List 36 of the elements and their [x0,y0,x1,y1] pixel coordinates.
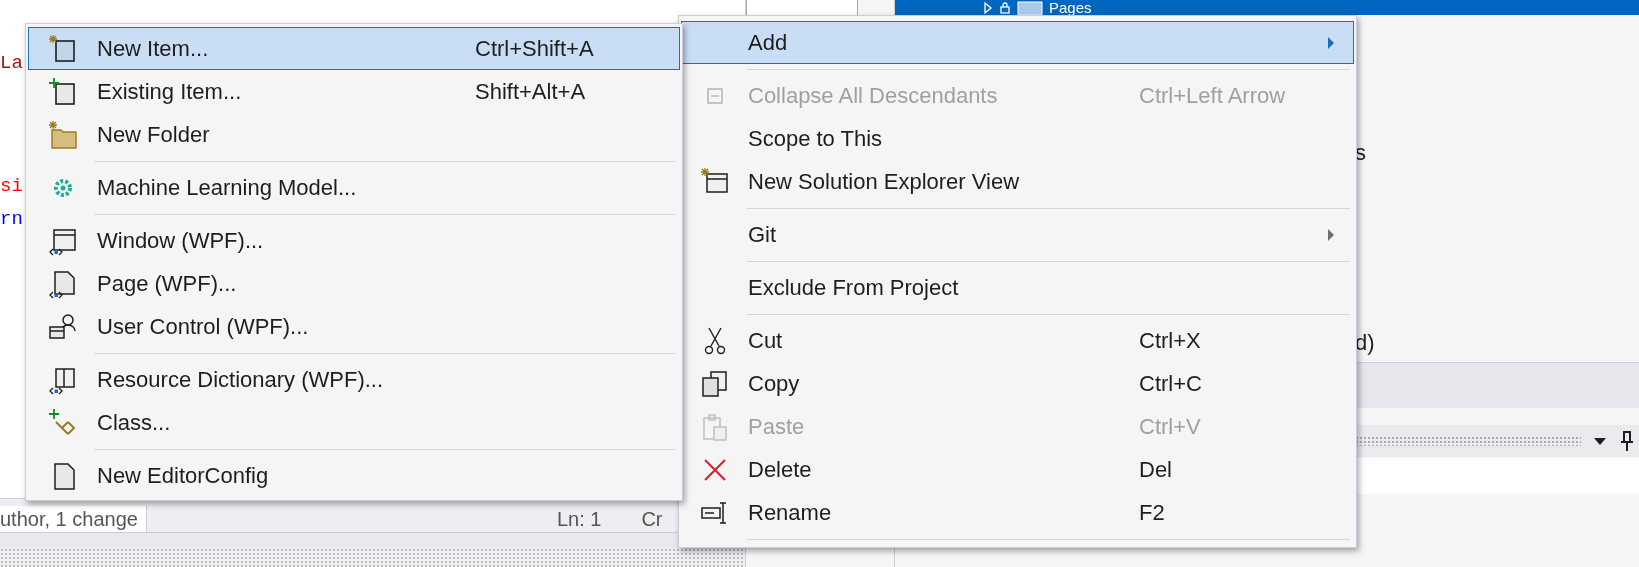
menu-item[interactable]: Add [681,21,1354,64]
menu-item[interactable]: New Solution Explorer View [681,160,1354,203]
menu-item[interactable]: Delete Del [681,448,1354,491]
submenu-arrow-icon [1327,36,1335,49]
menu-item[interactable]: Cut Ctrl+X [681,319,1354,362]
menu-item[interactable]: Existing Item... Shift+Alt+A [28,70,680,113]
menu-item[interactable]: New Folder [28,113,680,156]
clipboard-icon [700,411,730,442]
menu-item[interactable]: Rename F2 [681,491,1354,534]
change-count: uthor, 1 change [0,506,147,533]
menu-item[interactable]: Exclude From Project [681,266,1354,309]
menu-item[interactable]: New EditorConfig [28,454,680,497]
menu-item[interactable]: Page (WPF)... [28,262,680,305]
menu-item[interactable]: User Control (WPF)... [28,305,680,348]
dropdown-icon[interactable] [1593,436,1607,446]
pin-icon[interactable] [1619,430,1635,452]
menu-item[interactable]: New Item... Ctrl+Shift+A [28,27,680,70]
menu-item[interactable]: Copy Ctrl+C [681,362,1354,405]
column-number: Cr [641,508,663,531]
menu-item[interactable]: Scope to This [681,117,1354,160]
submenu-arrow-icon [1327,228,1335,241]
menu-item[interactable]: Git [681,213,1354,256]
menu-item[interactable]: Class... [28,401,680,444]
new-folder-icon [48,119,78,150]
new-file-icon [48,33,78,64]
line-number: Ln: 1 [556,508,602,531]
menu-item[interactable]: Window (WPF)... [28,219,680,262]
add-file-icon [48,76,78,107]
user-control-icon [48,311,78,342]
copy-icon [700,368,730,399]
menu-item[interactable]: Machine Learning Model... [28,166,680,209]
page-icon [48,268,78,299]
code-text: rn [0,208,23,230]
menu-item[interactable]: Resource Dictionary (WPF)... [28,358,680,401]
code-text: La [0,52,23,74]
code-text: si [0,175,23,197]
